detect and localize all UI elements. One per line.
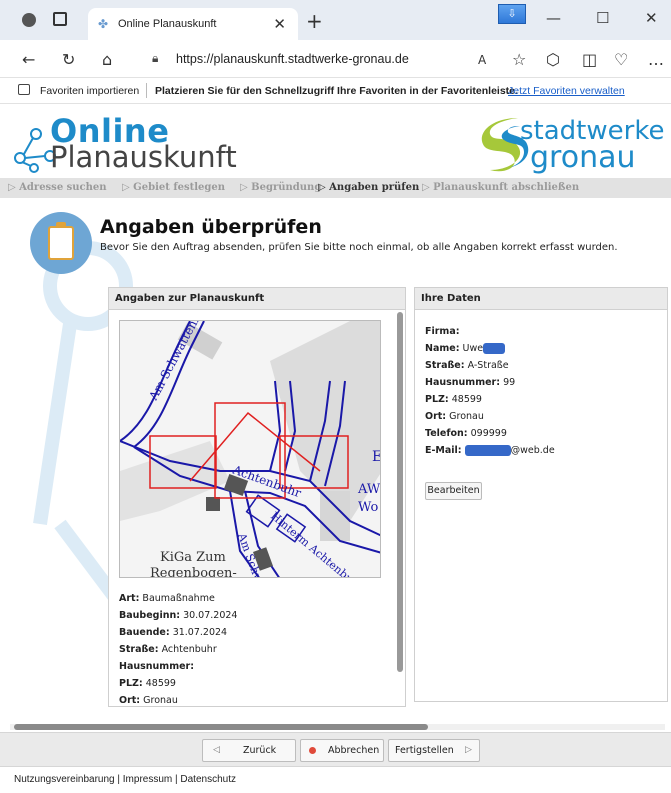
page-content: Online Planauskunft stadtwerke gronau ▷ … [0, 104, 671, 793]
extensions-icon[interactable]: ⬡ [546, 50, 560, 69]
page-subtitle: Bevor Sie den Auftrag absenden, prüfen S… [100, 242, 618, 253]
page-title: Angaben überprüfen [100, 216, 322, 238]
chevron-left-icon: ◁ [213, 745, 220, 755]
maximize-icon[interactable]: ☐ [596, 9, 609, 27]
read-aloud-icon[interactable]: A [478, 53, 486, 67]
breadcrumb-step-3: ▷ Begründung [240, 182, 322, 193]
order-details-list: Art: Baumaßnahme Baubeginn: 30.07.2024 B… [119, 590, 238, 706]
more-menu-icon[interactable]: … [648, 50, 664, 69]
horizontal-scrollbar[interactable] [14, 724, 428, 730]
customer-firma: Firma: [425, 326, 460, 337]
cancel-icon [309, 747, 316, 754]
footer-links[interactable]: Nutzungsvereinbarung | Impressum | Daten… [0, 767, 671, 793]
redaction [483, 343, 506, 354]
favorites-import-link[interactable]: Favoriten importieren [40, 85, 139, 97]
clipboard-icon [30, 212, 92, 274]
tab-actions-icon[interactable] [53, 12, 67, 26]
breadcrumb: ▷ Adresse suchen ▷ Gebiet festlegen ▷ Be… [0, 178, 671, 198]
breadcrumb-step-2: ▷ Gebiet festlegen [122, 182, 226, 193]
action-bar: ◁ Zurück Abbrechen Fertigstellen ▷ [0, 732, 671, 767]
chevron-right-icon: ▷ [465, 745, 472, 755]
map-label-wo: Wo [358, 500, 378, 515]
breadcrumb-step-1: ▷ Adresse suchen [8, 182, 107, 193]
detail-ort: Ort: Gronau [119, 695, 178, 706]
address-bar[interactable]: 🔒︎ https://planauskunft.stadtwerke-grona… [148, 46, 508, 73]
detail-bauende: Bauende: 31.07.2024 [119, 627, 228, 638]
customer-data-panel: Ihre Daten Firma: Name: Uwe Straße: A-St… [414, 287, 668, 702]
customer-name: Name: Uwe [425, 340, 555, 357]
capture-icon: ⇩ [498, 4, 526, 24]
window-close-icon[interactable]: ✕ [645, 9, 658, 27]
customer-hausnummer: Hausnummer: 99 [425, 377, 516, 388]
area-map[interactable]: Am Schwattenbach Achtenbuhr Hinterm Acht… [119, 320, 381, 578]
logo-planauskunft-text: Planauskunft [50, 140, 237, 174]
reload-icon[interactable]: ↻ [62, 50, 75, 69]
map-label-kiga: KiGa Zum [160, 550, 226, 565]
map-label-aw: AW [357, 482, 381, 497]
split-screen-icon[interactable]: ◫ [582, 50, 597, 69]
cancel-button[interactable]: Abbrechen [300, 739, 384, 762]
customer-email: E-Mail: @web.de [425, 445, 555, 456]
lock-icon[interactable]: 🔒︎ [152, 51, 158, 66]
breadcrumb-step-4-active: ▷ Angaben prüfen [318, 182, 420, 193]
detail-plz: PLZ: 48599 [119, 678, 176, 689]
map-label-e: E [372, 449, 381, 465]
finish-button[interactable]: Fertigstellen ▷ [388, 739, 480, 762]
divider [146, 83, 147, 98]
detail-strasse: Straße: Achtenbuhr [119, 644, 217, 655]
detail-art: Art: Baumaßnahme [119, 593, 215, 604]
detail-hausnummer: Hausnummer: [119, 661, 195, 672]
customer-plz: PLZ: 48599 [425, 394, 482, 405]
browser-titlebar: ✤ Online Planauskunft ✕ + ⇩ — ☐ ✕ [0, 0, 671, 40]
map-label-regenbogen: Regenbogen- [150, 566, 237, 578]
panel-scrollbar[interactable] [397, 312, 403, 672]
new-tab-icon[interactable]: + [306, 9, 323, 33]
back-button[interactable]: ◁ Zurück [202, 739, 296, 762]
panel-header: Angaben zur Planauskunft [109, 288, 405, 310]
tab-title: Online Planauskunft [118, 18, 217, 30]
detail-baubeginn: Baubeginn: 30.07.2024 [119, 610, 238, 621]
site-favicon-icon: ✤ [98, 17, 109, 31]
url-text[interactable]: https://planauskunft.stadtwerke-gronau.d… [176, 52, 409, 66]
back-arrow-icon[interactable]: ← [22, 50, 35, 69]
brand-name-line2: gronau [530, 140, 636, 175]
close-tab-icon[interactable]: ✕ [273, 15, 286, 33]
redaction [464, 445, 511, 456]
favorites-bar: Favoriten importieren Platzieren Sie für… [0, 78, 671, 104]
health-icon[interactable]: ♡ [614, 50, 628, 69]
panel-header: Ihre Daten [415, 288, 667, 310]
order-details-panel: Angaben zur Planauskunft Am Schwattenbac… [108, 287, 406, 707]
breadcrumb-step-5: ▷ Planauskunft abschließen [422, 182, 580, 193]
customer-strasse: Straße: A-Straße [425, 360, 509, 371]
minimize-icon[interactable]: — [546, 9, 561, 27]
profile-icon[interactable] [22, 13, 36, 27]
favorites-message: Platzieren Sie für den Schnellzugriff Ih… [155, 85, 518, 97]
home-icon[interactable]: ⌂ [102, 50, 112, 69]
browser-toolbar: ← ↻ ⌂ 🔒︎ https://planauskunft.stadtwerke… [0, 40, 671, 78]
customer-details-list: Firma: Name: Uwe Straße: A-Straße Hausnu… [425, 323, 555, 459]
customer-ort: Ort: Gronau [425, 411, 484, 422]
import-icon[interactable] [18, 84, 30, 95]
browser-tab[interactable]: ✤ Online Planauskunft ✕ [88, 8, 298, 40]
customer-telefon: Telefon: 099999 [425, 428, 507, 439]
manage-favorites-link[interactable]: Jetzt Favoriten verwalten [508, 85, 625, 97]
edit-button[interactable]: Bearbeiten [425, 482, 482, 500]
favorite-star-icon[interactable]: ☆ [512, 50, 526, 69]
